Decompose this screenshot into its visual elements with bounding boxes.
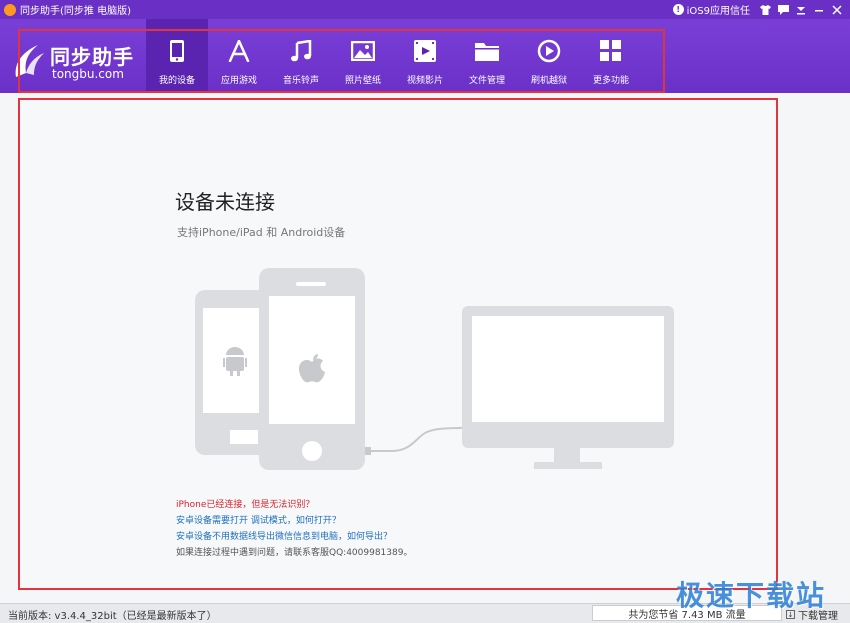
ios9-trust-label: iOS9应用信任 [686, 6, 750, 17]
device-panel: 设备未连接 支持iPhone/iPad 和 Android设备 iPhone已经… [18, 98, 778, 590]
supported-devices-text: 支持iPhone/iPad 和 Android设备 [177, 226, 346, 239]
iphone-unrecognized-link[interactable]: iPhone已经连接，但是无法识别？ [176, 497, 412, 513]
version-text: 当前版本: v3.4.4_32bit（已经是最新版本了） [8, 611, 217, 622]
menu-icon[interactable] [792, 0, 810, 19]
close-icon[interactable] [828, 0, 846, 19]
page-title: 设备未连接 [175, 190, 275, 214]
android-debug-mode-link[interactable]: 安卓设备需要打开 调试模式，如何打开？ [176, 513, 412, 529]
ios9-trust-link[interactable]: ! iOS9应用信任 [672, 2, 750, 17]
skin-icon[interactable] [756, 0, 774, 19]
support-contact-text: 如果连接过程中遇到问题，请联系客服QQ:4009981389。 [176, 548, 413, 558]
app-logo-icon [4, 3, 16, 16]
help-links: iPhone已经连接，但是无法识别？ 安卓设备需要打开 调试模式，如何打开？ 安… [176, 497, 412, 561]
info-icon: ! [672, 4, 684, 15]
wechat-export-link[interactable]: 安卓设备不用数据线导出微信信息到电脑，如何导出？ [176, 529, 412, 545]
window-title: 同步助手(同步推 电脑版) [20, 6, 131, 17]
feedback-icon[interactable] [774, 0, 792, 19]
nav-highlight-box [18, 29, 665, 93]
watermark-text: 极速下载站 [676, 579, 827, 612]
title-bar: 同步助手(同步推 电脑版) ! iOS9应用信任 [0, 0, 850, 19]
monitor-illustration [462, 306, 674, 469]
minimize-icon[interactable] [810, 0, 828, 19]
